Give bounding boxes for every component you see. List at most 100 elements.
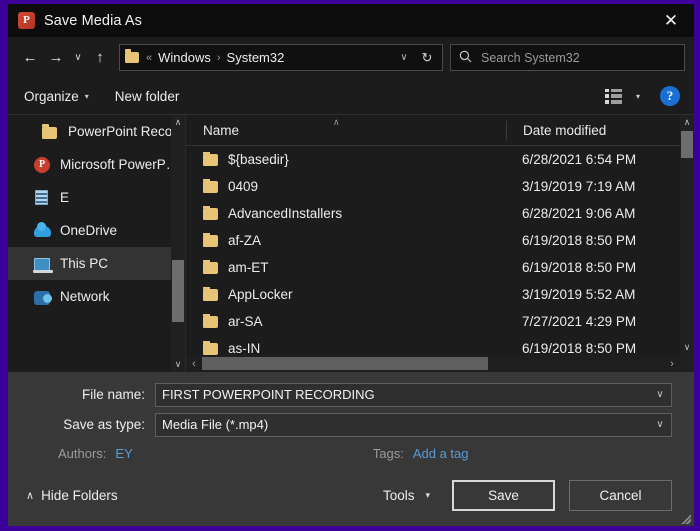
file-name-label: ar-SA xyxy=(228,314,263,329)
save-as-type-row: Save as type: Media File (*.mp4) ∨ xyxy=(30,412,672,437)
file-name-row: File name: FIRST POWERPOINT RECORDING ∨ xyxy=(30,382,672,407)
tools-button[interactable]: Tools ▾ xyxy=(383,488,430,503)
table-row[interactable]: ar-SA 7/27/2021 4:29 PM xyxy=(186,308,694,335)
organize-button[interactable]: Organize ▾ xyxy=(24,89,89,104)
save-as-type-value: Media File (*.mp4) xyxy=(162,417,269,432)
dialog-footer: ∧ Hide Folders Tools ▾ Save Cancel xyxy=(8,464,694,526)
table-row[interactable]: am-ET 6/19/2018 8:50 PM xyxy=(186,254,694,281)
date-modified-cell: 6/19/2018 8:50 PM xyxy=(522,260,637,275)
file-name-value: FIRST POWERPOINT RECORDING xyxy=(162,387,375,402)
column-headers: Name ∧ Date modified xyxy=(186,115,694,146)
table-row[interactable]: AppLocker 3/19/2019 5:52 AM xyxy=(186,281,694,308)
address-bar[interactable]: « Windows › System32 ∨ ↻ xyxy=(119,44,443,71)
scroll-left-icon[interactable]: ‹ xyxy=(186,358,202,370)
table-row[interactable]: af-ZA 6/19/2018 8:50 PM xyxy=(186,227,694,254)
powerpoint-icon: P xyxy=(18,12,35,29)
breadcrumb-overflow[interactable]: « xyxy=(146,52,152,64)
command-toolbar: Organize ▾ New folder ▾ ? xyxy=(8,78,694,114)
file-name-cell: ar-SA xyxy=(186,314,506,329)
recent-locations-icon[interactable]: ∨ xyxy=(69,45,87,71)
search-icon xyxy=(459,50,473,66)
sidebar-item-label: PowerPoint Reco xyxy=(68,124,173,139)
back-icon[interactable]: ← xyxy=(17,45,43,71)
vertical-scrollbar[interactable]: ∧ ∨ xyxy=(680,115,694,372)
search-input[interactable] xyxy=(481,50,676,65)
sidebar-item-powerpoint-reco[interactable]: PowerPoint Reco ∧ xyxy=(8,115,185,148)
horizontal-scrollbar[interactable]: ‹ › xyxy=(186,355,680,372)
breadcrumb-item-system32[interactable]: System32 xyxy=(227,50,285,65)
save-media-as-dialog: P Save Media As ✕ ← → ∨ ↑ « Windows › Sy… xyxy=(0,0,700,531)
window-title: Save Media As xyxy=(44,12,143,29)
sidebar-item-this-pc[interactable]: This PC xyxy=(8,247,185,280)
browser-pane: PowerPoint Reco ∧ P Microsoft PowerP… E … xyxy=(8,114,694,372)
sidebar-item-label: OneDrive xyxy=(60,223,118,238)
folder-icon xyxy=(125,49,139,63)
chevron-down-icon[interactable]: ∨ xyxy=(393,52,415,63)
list-view-icon[interactable] xyxy=(604,88,622,104)
save-as-type-label: Save as type: xyxy=(63,417,145,432)
scroll-up-icon[interactable]: ∧ xyxy=(171,115,185,130)
scroll-right-icon[interactable]: › xyxy=(664,358,680,370)
hide-folders-button[interactable]: ∧ Hide Folders xyxy=(26,488,118,503)
date-modified-cell: 6/28/2021 9:06 AM xyxy=(522,206,636,221)
sidebar-item-label: Network xyxy=(60,289,110,304)
file-name-cell: af-ZA xyxy=(186,233,506,248)
horizontal-scrollbar-track[interactable] xyxy=(202,356,664,371)
save-button[interactable]: Save xyxy=(452,479,555,511)
organize-label: Organize xyxy=(24,88,79,104)
powerpoint-icon: P xyxy=(34,156,52,173)
sidebar-item-microsoft-powerpoint[interactable]: P Microsoft PowerP… xyxy=(8,148,185,181)
view-options-chevron-down-icon[interactable]: ▾ xyxy=(636,92,640,101)
scrollbar-thumb[interactable] xyxy=(202,357,489,370)
file-name-cell: AppLocker xyxy=(186,287,506,302)
folder-icon xyxy=(203,341,218,355)
hide-folders-label: Hide Folders xyxy=(41,487,118,503)
authors-value[interactable]: EY xyxy=(115,446,132,461)
date-modified-cell: 7/27/2021 4:29 PM xyxy=(522,314,637,329)
table-row[interactable]: AdvancedInstallers 6/28/2021 9:06 AM xyxy=(186,200,694,227)
file-name-input[interactable]: FIRST POWERPOINT RECORDING ∨ xyxy=(155,382,672,407)
table-row[interactable]: ${basedir} 6/28/2021 6:54 PM xyxy=(186,146,694,173)
chevron-down-icon[interactable]: ∨ xyxy=(649,389,671,400)
breadcrumb-item-windows[interactable]: Windows xyxy=(158,50,211,65)
cancel-button[interactable]: Cancel xyxy=(569,479,672,511)
forward-icon[interactable]: → xyxy=(43,45,69,71)
date-modified-cell: 6/28/2021 6:54 PM xyxy=(522,152,637,167)
resize-grip[interactable] xyxy=(680,513,691,524)
column-header-name[interactable]: Name ∧ xyxy=(186,117,506,138)
folder-icon xyxy=(203,206,218,220)
new-folder-label: New folder xyxy=(114,88,180,104)
save-as-type-select[interactable]: Media File (*.mp4) ∨ xyxy=(155,412,672,437)
sidebar-item-network[interactable]: Network xyxy=(8,280,185,313)
file-name-cell: AdvancedInstallers xyxy=(186,206,506,221)
date-modified-cell: 3/19/2019 5:52 AM xyxy=(522,287,636,302)
scrollbar-thumb[interactable] xyxy=(681,131,693,158)
column-header-date-modified[interactable]: Date modified xyxy=(506,120,694,140)
sidebar-scrollbar[interactable]: ∧ ∨ xyxy=(171,115,185,372)
file-name-label: File name: xyxy=(81,387,145,402)
sidebar-item-e[interactable]: E xyxy=(8,181,185,214)
file-rows: ${basedir} 6/28/2021 6:54 PM 0409 3/19/2… xyxy=(186,146,694,372)
sidebar-item-onedrive[interactable]: OneDrive xyxy=(8,214,185,247)
file-name-label: am-ET xyxy=(228,260,269,275)
tags-label: Tags: xyxy=(372,445,404,461)
folder-icon xyxy=(203,179,218,193)
date-modified-cell: 3/19/2019 7:19 AM xyxy=(522,179,636,194)
up-icon[interactable]: ↑ xyxy=(87,45,113,71)
help-icon[interactable]: ? xyxy=(660,86,680,106)
scroll-up-icon[interactable]: ∧ xyxy=(680,115,694,130)
file-name-label: AppLocker xyxy=(228,287,293,302)
search-box[interactable] xyxy=(450,44,685,71)
close-icon[interactable]: ✕ xyxy=(648,4,694,37)
sidebar-item-label: E xyxy=(60,190,70,205)
scroll-down-icon[interactable]: ∨ xyxy=(171,357,185,372)
new-folder-button[interactable]: New folder xyxy=(115,89,180,104)
folder-icon xyxy=(203,233,218,247)
scrollbar-thumb[interactable] xyxy=(172,260,184,322)
table-row[interactable]: 0409 3/19/2019 7:19 AM xyxy=(186,173,694,200)
add-a-tag-link[interactable]: Add a tag xyxy=(413,446,469,461)
refresh-icon[interactable]: ↻ xyxy=(415,50,439,66)
sidebar-item-label: Microsoft PowerP… xyxy=(60,157,180,172)
scroll-down-icon[interactable]: ∨ xyxy=(680,340,694,355)
chevron-down-icon[interactable]: ∨ xyxy=(649,419,671,430)
